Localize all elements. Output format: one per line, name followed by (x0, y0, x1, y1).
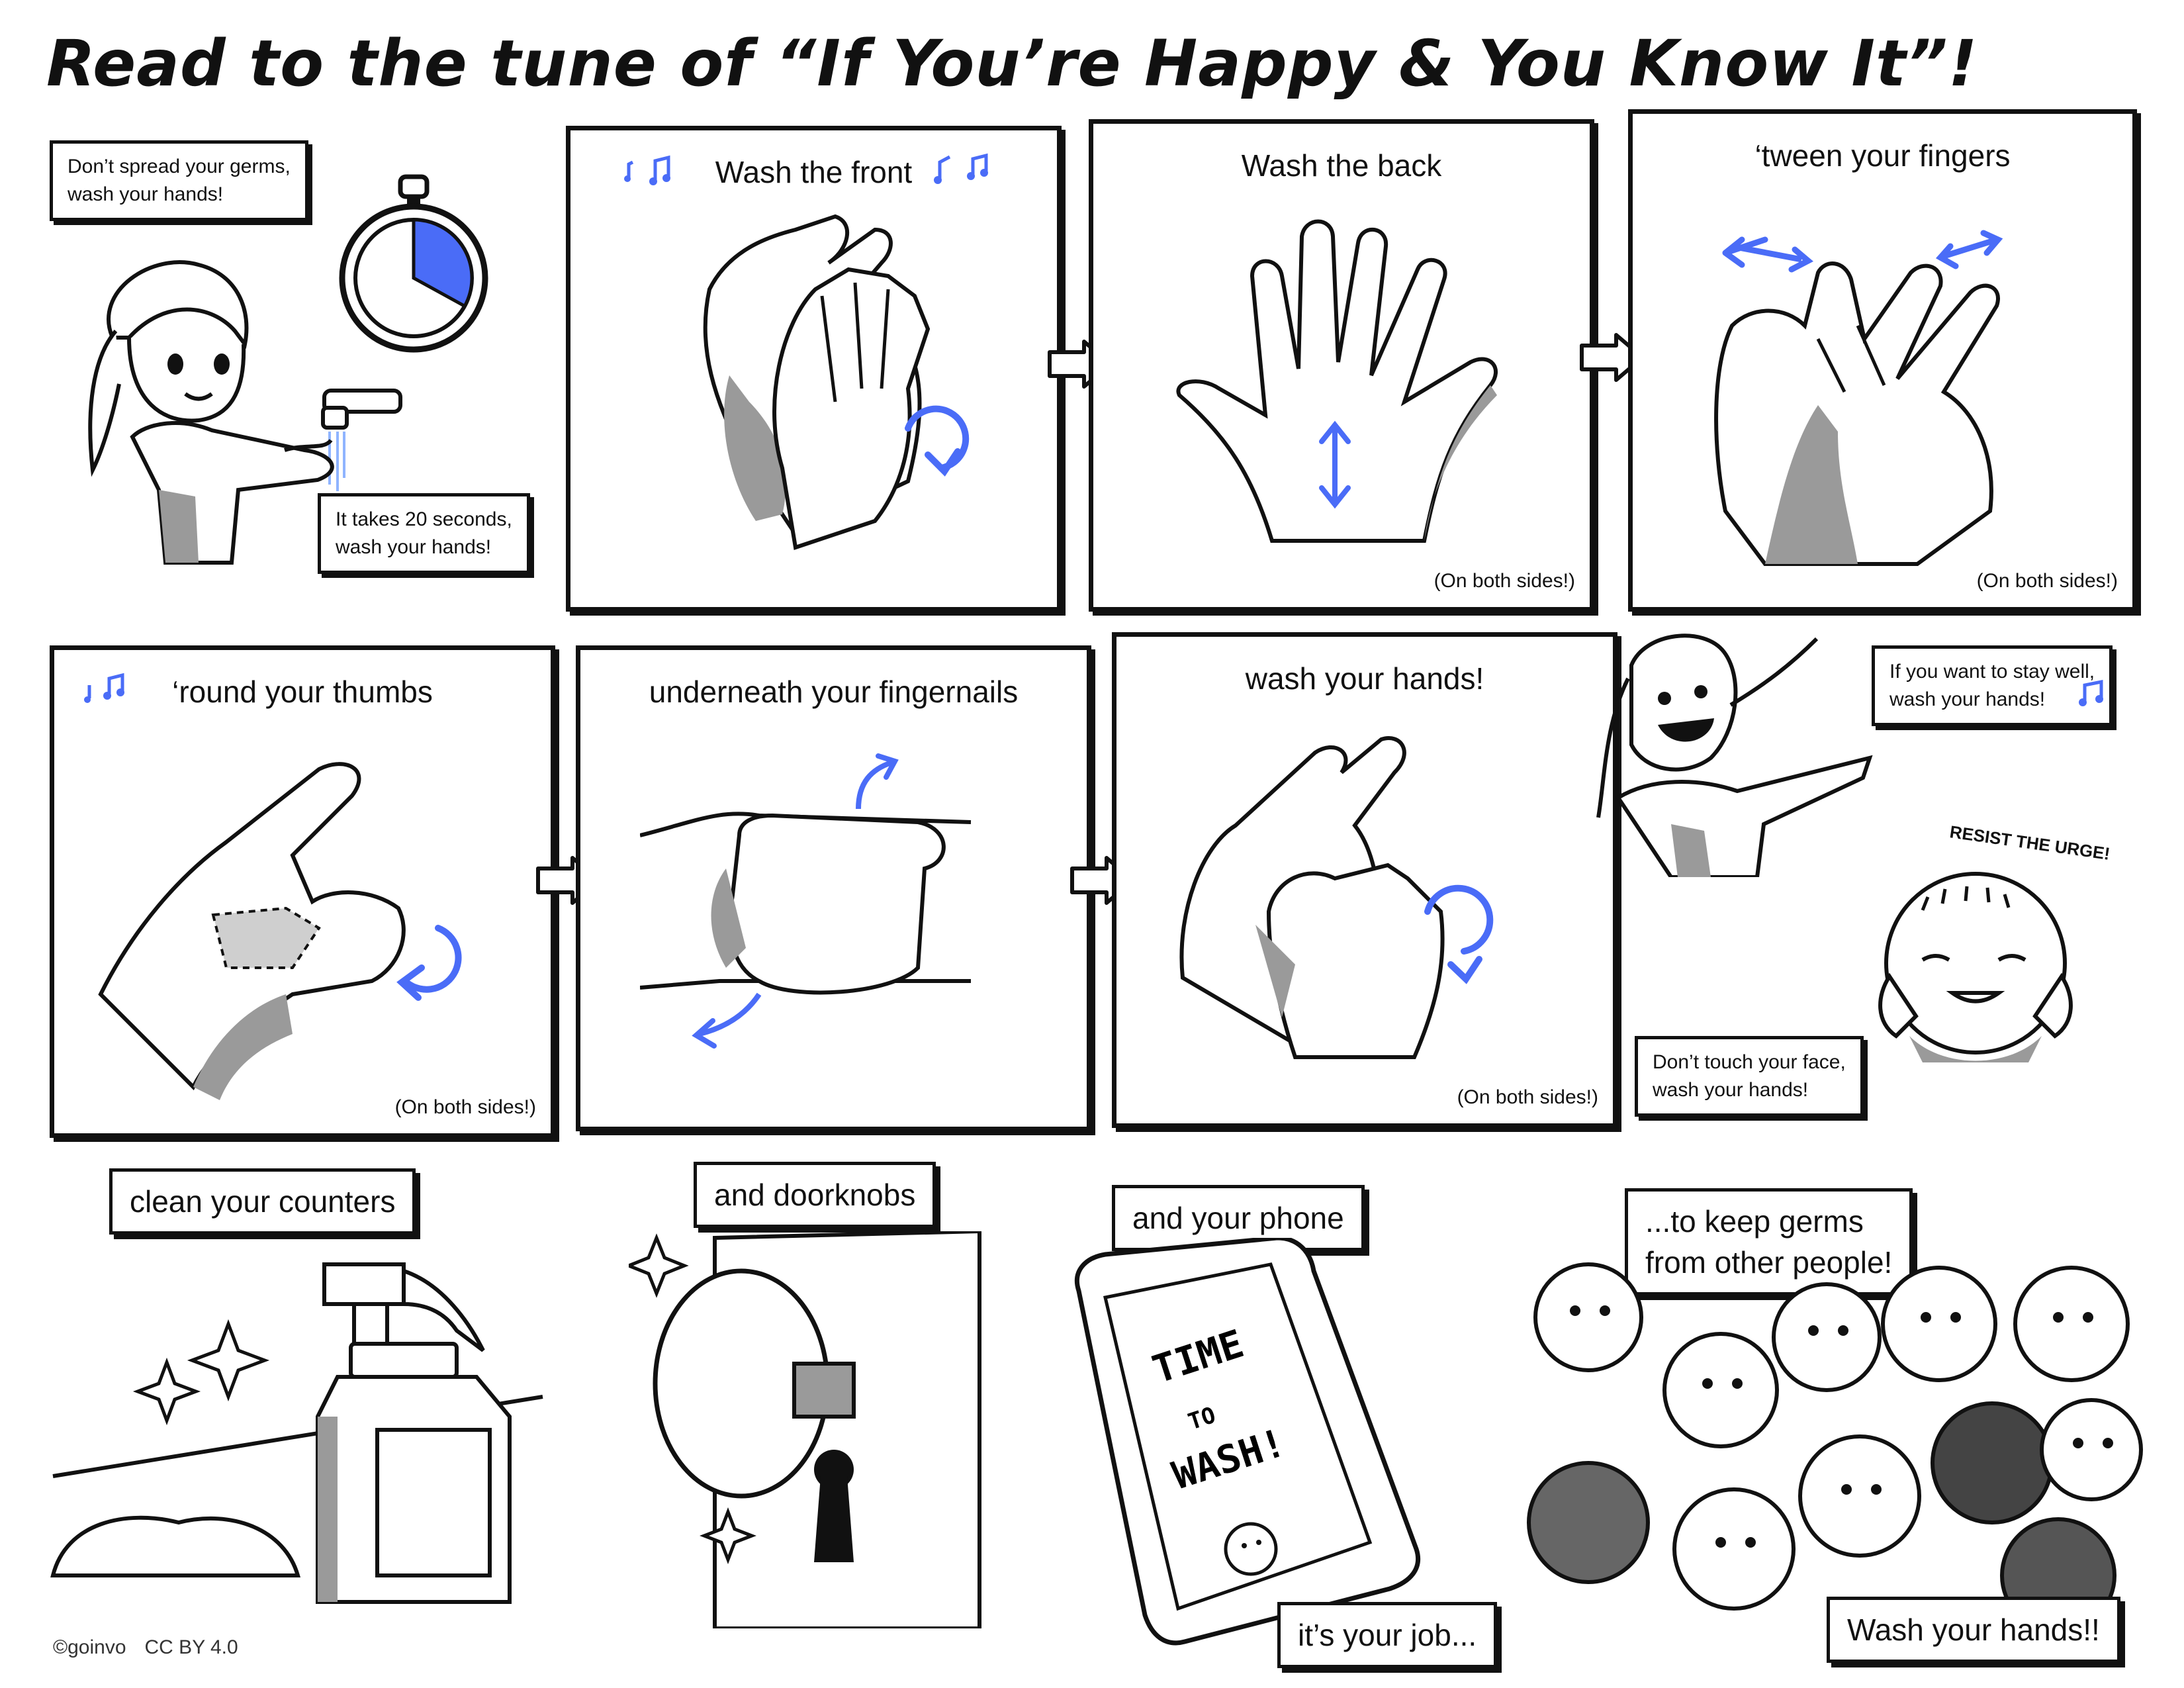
panel-note: (On both sides!) (1433, 570, 1575, 592)
panel-wash-front: Wash the front (566, 126, 1062, 612)
page-title: Read to the tune of “If You’re Happy & Y… (46, 26, 1978, 101)
caption-doorknobs: and doorknobs (694, 1162, 936, 1229)
phone-illustration: TIME TO WASH! (1074, 1238, 1421, 1646)
panel-title: wash your hands! (1245, 661, 1484, 696)
hands-scrub-illustration (1179, 736, 1494, 1059)
hands-fingers-illustration (1714, 230, 2003, 566)
panel-wash-back: Wash the back (On both sides!) (1089, 119, 1594, 612)
credit: ©goinvo (53, 1636, 126, 1658)
caption-clean-counters: clean your counters (109, 1168, 416, 1235)
panel-title: underneath your fingernails (649, 675, 1019, 709)
panel-wash-hands: wash your hands! (On both sides!) (1112, 632, 1617, 1128)
footer: ©goinvo CC BY 4.0 (53, 1636, 238, 1659)
music-note-icon (2079, 679, 2103, 706)
hands-front-illustration (703, 214, 970, 550)
hand-back-illustration (1176, 219, 1498, 543)
music-notes-icon (624, 155, 670, 185)
panel-note: (On both sides!) (1976, 570, 2118, 592)
caption-dont-spread: Don’t spread your germs, wash your hands… (50, 140, 308, 221)
license: CC BY 4.0 (144, 1636, 238, 1658)
caption-twenty-seconds: It takes 20 seconds, wash your hands! (318, 493, 530, 574)
caption-your-job: it’s your job... (1277, 1602, 1498, 1669)
fingernails-illustration (640, 753, 972, 1049)
resist-urge-label: RESIST THE URGE! (1948, 821, 2111, 864)
panel-note: (On both sides!) (1457, 1086, 1598, 1108)
thumb-wash-illustration (98, 762, 462, 1100)
music-notes-icon (934, 153, 988, 184)
panel-title: Wash the back (1241, 148, 1442, 183)
panel-title: ‘tween your fingers (1754, 138, 2011, 173)
spray-bottle-illustration (50, 1262, 543, 1604)
caption-finale: Wash your hands!! (1827, 1597, 2120, 1664)
panel-note: (On both sides!) (394, 1096, 536, 1118)
doorknob-illustration (629, 1231, 981, 1628)
music-notes-icon (84, 673, 124, 703)
panel-fingernails: underneath your fingernails (576, 645, 1091, 1131)
caption-dont-touch-face: Don’t touch your face, wash your hands! (1635, 1036, 1864, 1117)
panel-round-thumbs: ‘round your thumbs (On both sides!) (50, 645, 555, 1138)
caption-stay-well: If you want to stay well, wash your hand… (1872, 645, 2113, 726)
panel-tween-fingers: ‘tween your fingers (On both sides!) (1628, 109, 2137, 612)
